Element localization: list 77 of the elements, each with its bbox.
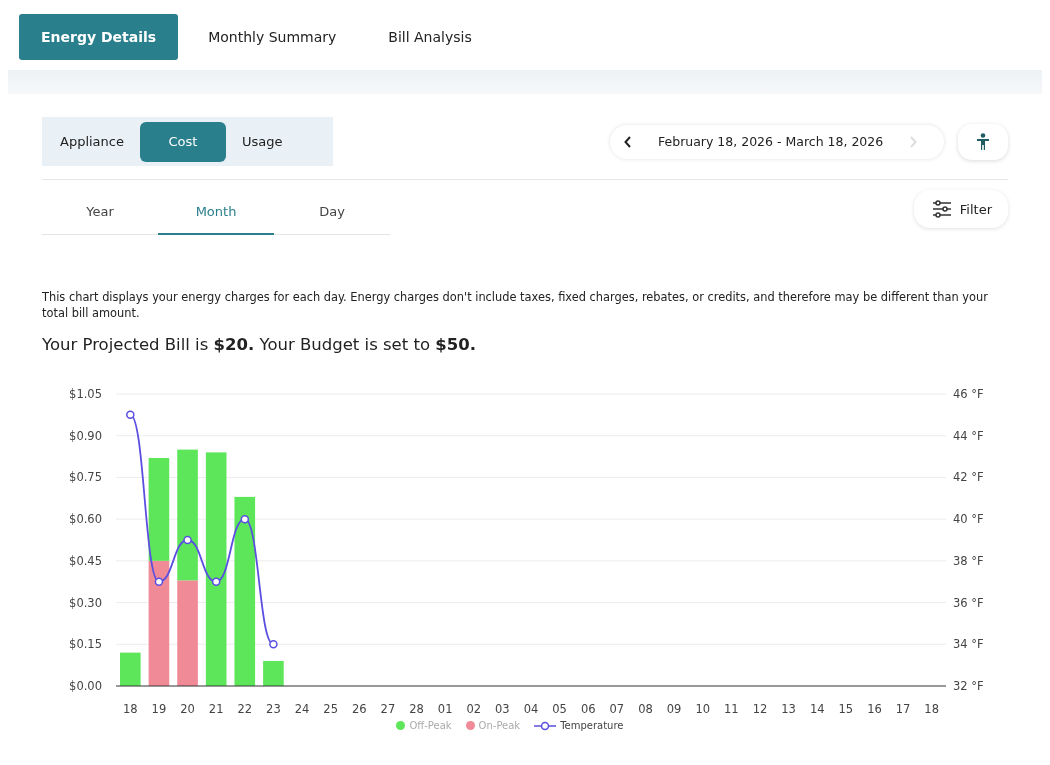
axis-label: 27 <box>380 702 396 716</box>
axis-label: $0.15 <box>69 637 102 652</box>
date-range-label: February 18, 2026 - March 18, 2026 <box>658 134 884 149</box>
toggle-option[interactable]: Cost <box>140 121 226 162</box>
chart-description: This chart displays your energy charges for each day. Energy charges don't include taxes, fixed charges, rebates, or credits, and therefore may be different than your total bill amount. <box>42 289 989 321</box>
axis-label: $0.00 <box>69 679 102 693</box>
tab[interactable]: Monthly Summary <box>186 14 359 60</box>
axis-label: 06 <box>580 702 596 716</box>
chart-bar <box>120 652 141 686</box>
axis-label: 01 <box>437 702 453 716</box>
legend-dot <box>465 721 475 730</box>
axis-label: 18 <box>123 702 138 716</box>
axis-label: 11 <box>724 702 739 716</box>
accessibility-button[interactable] <box>958 123 1008 160</box>
axis-label: 40 °F <box>953 512 984 527</box>
axis-label: 17 <box>895 702 911 716</box>
axis-label: 24 <box>294 702 310 716</box>
axis-label: 32 °F <box>953 679 984 693</box>
axis-label: 21 <box>208 702 224 716</box>
axis-label: $0.30 <box>69 595 102 610</box>
axis-label: 42 °F <box>953 470 984 485</box>
date-range-selector[interactable]: February 18, 2026 - March 18, 2026 <box>610 124 944 159</box>
tab[interactable]: Energy Details <box>19 14 179 60</box>
axis-label: $1.05 <box>69 387 102 401</box>
sliders-icon <box>931 200 952 218</box>
axis-label: 15 <box>838 702 854 716</box>
data-point <box>269 640 278 649</box>
data-point <box>126 410 135 420</box>
axis-label: 26 <box>351 702 367 716</box>
axis-label: 46 °F <box>953 387 984 401</box>
axis-label: 28 <box>409 702 424 716</box>
projected-bill-text: Your Projected Bill is $20. Your Budget is set to $50. <box>42 335 477 354</box>
axis-label: 20 <box>180 702 195 716</box>
axis-label: 05 <box>552 702 567 716</box>
axis-label: 34 °F <box>953 637 984 652</box>
axis-label: 12 <box>752 702 768 716</box>
axis-label: 19 <box>151 702 167 716</box>
axis-label: $0.90 <box>69 428 102 443</box>
axis-label: 36 °F <box>953 595 984 610</box>
axis-label: $0.75 <box>69 470 102 485</box>
axis-label: $0.45 <box>69 553 102 568</box>
chart-bar <box>263 660 284 686</box>
axis-label: 02 <box>466 702 482 716</box>
axis-label: 03 <box>495 702 510 716</box>
axis-label: 18 <box>924 702 939 716</box>
axis-label: 07 <box>609 702 625 716</box>
axis-label: 16 <box>867 702 882 716</box>
toggle-option[interactable]: Appliance <box>48 121 136 162</box>
axis-label: 25 <box>323 702 338 716</box>
filter-button[interactable]: Filter <box>913 190 1008 228</box>
axis-label: 22 <box>237 702 253 716</box>
toggle-option[interactable]: Usage <box>230 121 295 162</box>
data-point <box>154 577 164 586</box>
person-icon <box>976 132 990 151</box>
data-point <box>240 514 250 524</box>
chevron-left-icon[interactable] <box>624 135 632 148</box>
axis-label: 10 <box>695 702 711 716</box>
period-tab[interactable]: Month <box>158 190 274 235</box>
tab[interactable]: Bill Analysis <box>366 14 494 60</box>
period-tab[interactable]: Day <box>274 190 390 235</box>
legend-label: Temperature <box>560 720 624 731</box>
period-tab[interactable]: Year <box>42 190 158 235</box>
axis-label: 08 <box>638 702 653 716</box>
legend-label: On-Peak <box>478 720 521 731</box>
line-marker-icon <box>534 720 557 731</box>
axis-label: 23 <box>266 702 281 716</box>
axis-label: 09 <box>666 702 682 716</box>
axis-label: 13 <box>781 702 796 716</box>
axis-label: $0.60 <box>69 512 102 527</box>
legend-label: Off-Peak <box>409 720 452 731</box>
legend-dot <box>396 721 406 730</box>
data-point <box>183 535 192 545</box>
data-point <box>211 577 221 586</box>
axis-label: 14 <box>809 702 825 716</box>
axis-label: 04 <box>523 702 539 716</box>
axis-label: 38 °F <box>953 553 984 568</box>
axis-label: 44 °F <box>953 428 984 443</box>
